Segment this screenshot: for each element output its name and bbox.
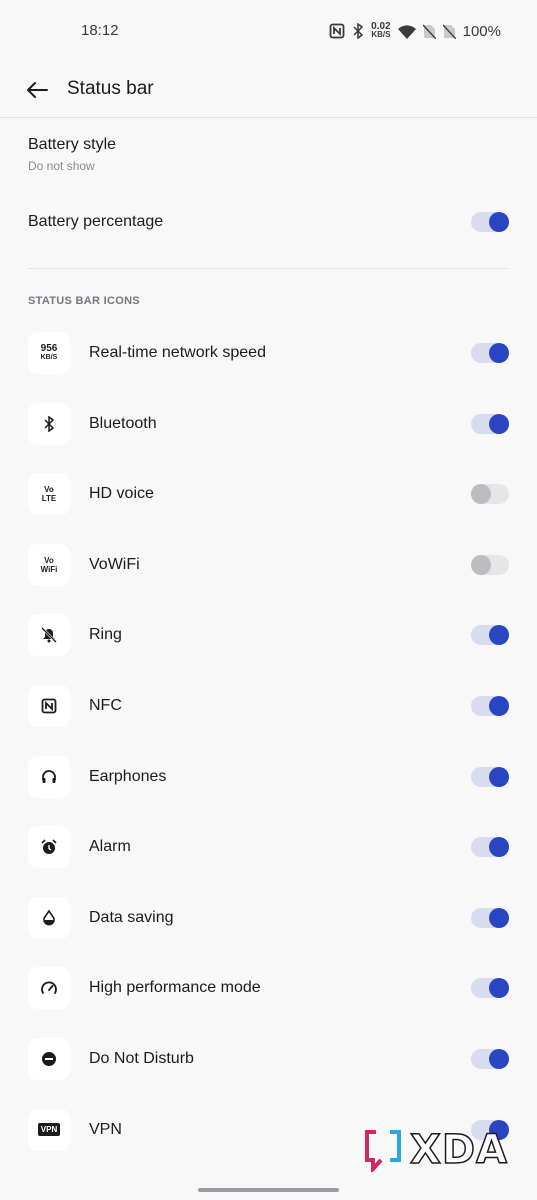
list-item-label: Data saving	[89, 908, 174, 926]
toggle-knob	[489, 1049, 509, 1069]
status-icons: 0.02 KB/S 100%	[329, 20, 501, 42]
toggle-knob	[471, 484, 491, 505]
toggle-switch[interactable]	[471, 907, 509, 928]
toggle-knob	[489, 766, 509, 787]
divider	[28, 268, 509, 269]
bell-off-icon	[28, 614, 70, 657]
list-item[interactable]: High performance mode	[0, 953, 537, 1023]
list-item-label: Ring	[89, 626, 122, 644]
icon-text: 956	[40, 343, 58, 354]
no-sim-icon	[442, 24, 456, 39]
list-item-label: Real-time network speed	[89, 344, 266, 361]
list-item[interactable]: Earphones	[0, 742, 537, 812]
vowifi-icon: Vo WiFi	[28, 543, 70, 586]
nfc-icon	[329, 23, 345, 39]
toggle-knob	[489, 907, 509, 928]
list-item[interactable]: Do Not Disturb	[0, 1024, 537, 1094]
battery-percentage-setting[interactable]: Battery percentage	[0, 190, 537, 254]
app-bar: Status bar	[0, 62, 537, 118]
battery-style-setting[interactable]: Battery style Do not show	[28, 136, 508, 173]
toggle-knob	[489, 413, 509, 434]
system-status-bar: 18:12 0.02 KB/S 100%	[0, 0, 537, 62]
toggle-switch[interactable]	[471, 696, 509, 716]
list-item-label: HD voice	[89, 485, 154, 503]
network-speed-indicator: 0.02 KB/S	[371, 21, 391, 39]
list-item-label: VPN	[89, 1120, 122, 1138]
list-item[interactable]: NFC	[0, 671, 537, 741]
battery-style-title: Battery style	[28, 136, 117, 153]
toggle-switch[interactable]	[471, 766, 509, 787]
vpn-badge: VPN	[37, 1123, 61, 1137]
toggle-switch[interactable]	[471, 413, 509, 434]
list-item-label: Do Not Disturb	[89, 1050, 194, 1067]
dnd-icon	[28, 1038, 70, 1080]
data-saver-icon	[28, 896, 70, 939]
network-speed-icon: 956 KB/S	[28, 332, 70, 374]
toggle-switch[interactable]	[471, 484, 509, 505]
list-item[interactable]: Alarm	[0, 812, 537, 882]
battery-percentage-toggle[interactable]	[471, 212, 509, 232]
toggle-switch[interactable]	[471, 1049, 509, 1069]
icon-text: KB/S	[40, 354, 58, 361]
alarm-icon	[28, 826, 70, 869]
toggle-knob	[489, 212, 509, 232]
arrow-left-icon	[27, 82, 48, 98]
home-indicator[interactable]	[198, 1188, 339, 1192]
list-item-label: Alarm	[89, 838, 131, 856]
toggle-switch[interactable]	[471, 343, 509, 363]
no-sim-icon	[422, 24, 436, 39]
toggle-knob	[489, 625, 509, 646]
list-item-label: High performance mode	[89, 979, 261, 997]
icon-text: Vo	[44, 485, 54, 495]
list-item[interactable]: Data saving	[0, 883, 537, 953]
toggle-knob	[471, 554, 491, 575]
xda-bracket-icon	[365, 1130, 401, 1172]
bluetooth-icon	[352, 23, 364, 39]
battery-style-value: Do not show	[28, 159, 95, 173]
wifi-icon	[397, 24, 416, 39]
list-item[interactable]: Vo LTE HD voice	[0, 459, 537, 529]
list-item[interactable]: Bluetooth	[0, 389, 537, 459]
xda-wordmark: XDA	[409, 1126, 508, 1174]
xda-logo: XDA	[364, 1126, 526, 1174]
toggle-knob	[489, 978, 509, 999]
clock: 18:12	[81, 22, 119, 39]
page-title: Status bar	[67, 78, 154, 99]
section-header: STATUS BAR ICONS	[28, 295, 140, 307]
toggle-switch[interactable]	[471, 625, 509, 646]
nfc-icon	[28, 685, 70, 727]
bluetooth-icon	[28, 402, 70, 445]
vpn-icon: VPN	[28, 1108, 70, 1151]
back-button[interactable]	[22, 76, 52, 104]
speedometer-icon	[28, 967, 70, 1010]
list-item[interactable]: 956 KB/S Real-time network speed	[0, 318, 537, 388]
icon-text: Vo	[44, 555, 54, 565]
list-item[interactable]: Ring	[0, 600, 537, 670]
list-item-label: Earphones	[89, 767, 167, 785]
icon-text: WiFi	[40, 564, 58, 574]
toggle-knob	[489, 343, 509, 363]
toggle-knob	[489, 696, 509, 716]
list-item-label: NFC	[89, 697, 122, 714]
headphones-icon	[28, 755, 70, 798]
battery-percentage: 100%	[462, 22, 501, 40]
volte-icon: Vo LTE	[28, 473, 70, 516]
battery-percentage-title: Battery percentage	[28, 213, 164, 230]
list-item-label: VoWiFi	[89, 555, 140, 573]
toggle-switch[interactable]	[471, 554, 509, 575]
icon-text: LTE	[41, 494, 57, 504]
list-item[interactable]: Vo WiFi VoWiFi	[0, 530, 537, 600]
toggle-knob	[489, 837, 509, 858]
toggle-switch[interactable]	[471, 978, 509, 999]
list-item-label: Bluetooth	[89, 414, 157, 432]
toggle-switch[interactable]	[471, 837, 509, 858]
